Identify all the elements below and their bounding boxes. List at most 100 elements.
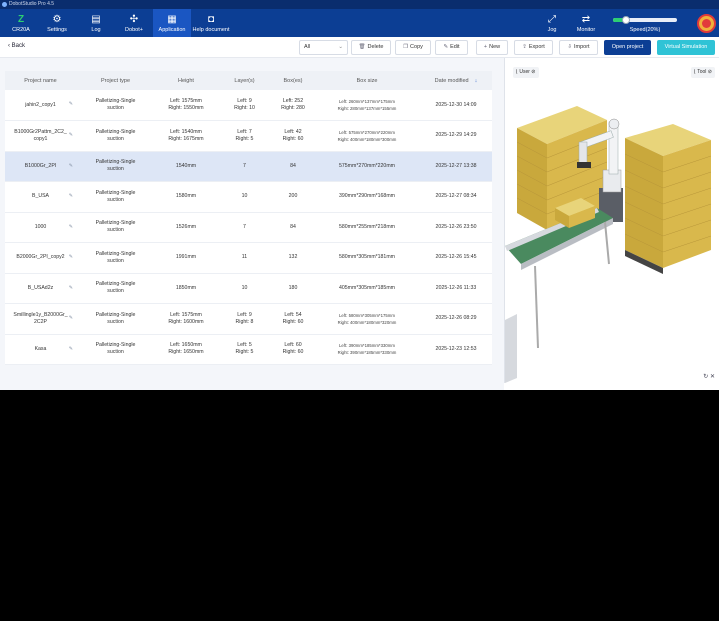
- cell-date: 2025-12-26 08:29: [420, 303, 492, 335]
- boxsize-line: Right: 400mm*180mm*300mm: [337, 136, 397, 142]
- table-row[interactable]: B1000Gr2Pattm_2C2_ copy1 ✎ Palletizing-Sing…: [5, 120, 492, 152]
- rename-icon[interactable]: ✎: [69, 346, 73, 353]
- edit-button[interactable]: ✎ Edit: [435, 40, 468, 55]
- type-line: Palletizing-Single: [95, 159, 136, 166]
- nav-application[interactable]: ▦ Application: [153, 9, 191, 37]
- boxsize-line: Right: 390mm*185mm*330mm: [337, 350, 397, 356]
- height-line: Left: 1575mm: [170, 311, 202, 318]
- table-row[interactable]: Smillingle1y_B2000Gr_ 2C2P ✎ Palletizing-Si…: [5, 303, 492, 335]
- layers-line: Right: 5: [235, 349, 254, 356]
- type-line: Palletizing-Single: [95, 281, 136, 288]
- header-boxes[interactable]: Box(es): [272, 71, 314, 90]
- type-line: Palletizing-Single: [95, 250, 136, 257]
- header-project-type[interactable]: Project type: [76, 71, 155, 90]
- type-line: suction: [107, 196, 124, 203]
- close-icon[interactable]: ✕: [710, 374, 715, 380]
- name-line: jahin2_copy1: [25, 101, 56, 108]
- name-line: B_USAd2z: [27, 284, 54, 291]
- layers-line: Left: 9: [237, 98, 252, 104]
- cell-boxes: 180: [272, 273, 314, 304]
- boxes-line: 180: [288, 284, 298, 291]
- rename-icon[interactable]: ✎: [69, 315, 73, 322]
- type-line: suction: [107, 288, 124, 295]
- layers-line: 7: [243, 223, 246, 230]
- nav-jog[interactable]: ⤢ Jog: [533, 9, 571, 37]
- table-row[interactable]: jahin2_copy1 ✎ Palletizing-Single suction Le…: [5, 90, 492, 121]
- speed-control: Speed(20%): [609, 13, 681, 35]
- app-title: DobotStudio Pro 4.5: [9, 1, 55, 7]
- header-date-modified[interactable]: Date modified ↓: [420, 71, 492, 90]
- rename-icon[interactable]: ✎: [69, 285, 73, 292]
- export-button[interactable]: ⇪ Export: [514, 40, 553, 55]
- type-line: suction: [107, 227, 124, 234]
- back-button[interactable]: ‹ Back: [8, 43, 25, 49]
- nav-log[interactable]: ▤ Log: [77, 9, 115, 37]
- table-row[interactable]: Kasa ✎ Palletizing-Single suction Left: 1650…: [5, 334, 492, 365]
- copy-button[interactable]: ❐ Copy: [395, 40, 431, 55]
- app-logo-icon: [2, 2, 7, 7]
- rename-icon[interactable]: ✎: [69, 101, 73, 108]
- cell-type: Palletizing-Single suction: [76, 273, 155, 304]
- rename-icon[interactable]: ✎: [69, 132, 73, 139]
- cell-type: Palletizing-Single suction: [76, 212, 155, 243]
- cell-boxes: 132: [272, 242, 314, 274]
- date-line: 2025-12-29 14:29: [435, 132, 477, 139]
- table-row[interactable]: B_USAd2z ✎ Palletizing-Single suction 1850mm…: [5, 273, 492, 304]
- refresh-icon[interactable]: ↻: [703, 374, 708, 380]
- nav-monitor[interactable]: ⇄ Monitor: [567, 9, 605, 37]
- date-line: 2025-12-30 14:09: [435, 101, 477, 108]
- table-row[interactable]: B2000Gr_2PI_copy2 ✎ Palletizing-Single suct…: [5, 242, 492, 274]
- nav-dobot-plus[interactable]: ✣ Dobot+: [115, 9, 153, 37]
- header-box-size[interactable]: Box size: [314, 71, 420, 90]
- cell-name: B_USAd2z ✎: [5, 273, 76, 304]
- table-row[interactable]: 1000 ✎ Palletizing-Single suction 1526mm 7 84 5…: [5, 212, 492, 243]
- name-line: Kasa: [34, 345, 47, 352]
- project-table: Project name Project type Height Layer(s…: [5, 71, 492, 365]
- nav-settings[interactable]: ⚙ Settings: [38, 9, 76, 37]
- layers-line: Left: 5: [237, 342, 252, 349]
- top-navigation: Z CR20A ⚙ Settings ▤ Log ✣ Dobot+ ▦ Appl…: [0, 9, 719, 37]
- sort-desc-icon[interactable]: ↓: [475, 78, 478, 84]
- project-filter-select[interactable]: All ⌄: [299, 40, 348, 55]
- plus-icon: +: [483, 44, 488, 50]
- height-line: Left: 1540mm: [170, 128, 202, 135]
- header-layers[interactable]: Layer(s): [217, 71, 272, 90]
- jog-icon: ⤢: [548, 14, 556, 25]
- height-line: 1850mm: [175, 284, 197, 291]
- table-row[interactable]: B1000Gr_2PI ✎ Palletizing-Single suction 154…: [5, 151, 492, 182]
- cell-boxsize: Left: 580mm*305mm*175mm Right: 400mm*180m…: [314, 303, 420, 335]
- layers-line: 7: [243, 162, 246, 169]
- open-project-button[interactable]: Open project: [604, 40, 651, 55]
- rename-icon[interactable]: ✎: [69, 163, 73, 170]
- edit-icon: ✎: [443, 44, 449, 50]
- cell-name: Kasa ✎: [5, 334, 76, 365]
- rename-icon[interactable]: ✎: [69, 224, 73, 231]
- table-row[interactable]: B_USA ✎ Palletizing-Single suction 1580mm 10 2…: [5, 181, 492, 213]
- delete-button[interactable]: 🗑 Delete: [351, 40, 391, 55]
- cell-height: Left: 1575mm Right: 1600mm: [155, 303, 217, 335]
- application-icon: ▦: [167, 14, 177, 25]
- rename-icon[interactable]: ✎: [69, 193, 73, 200]
- boxes-line: Left: 252: [282, 98, 304, 104]
- emergency-stop-button[interactable]: [697, 14, 716, 33]
- cell-layers: Left: 9 Right: 8: [217, 303, 272, 335]
- import-button[interactable]: ⇩ Import: [559, 40, 598, 55]
- robot-selector[interactable]: Z CR20A: [2, 9, 40, 37]
- nav-help-document[interactable]: ◘ Help document: [190, 9, 232, 37]
- new-button[interactable]: + New: [476, 40, 508, 55]
- cell-height: 1580mm: [155, 181, 217, 213]
- date-line: 2025-12-26 08:29: [435, 315, 477, 322]
- right-pallet-stack: [624, 124, 712, 274]
- header-project-name[interactable]: Project name: [5, 71, 76, 90]
- speed-label: Speed(20%): [629, 27, 661, 33]
- layers-line: Right: 5: [235, 135, 254, 142]
- 3d-viewport[interactable]: ⌊ User ⊘ ⌊ Tool ⊘ ↻ ✕: [504, 58, 719, 383]
- speed-slider-knob[interactable]: [621, 16, 630, 24]
- app-window: DobotStudio Pro 4.5 Z CR20A ⚙ Settings ▤…: [0, 0, 719, 390]
- header-height[interactable]: Height: [155, 71, 217, 90]
- rename-icon[interactable]: ✎: [69, 254, 73, 261]
- virtual-simulation-button[interactable]: Virtual Simulation: [657, 40, 715, 55]
- cell-name: B2000Gr_2PI_copy2 ✎: [5, 242, 76, 274]
- boxes-line: 132: [288, 254, 298, 261]
- speed-slider[interactable]: [613, 16, 677, 24]
